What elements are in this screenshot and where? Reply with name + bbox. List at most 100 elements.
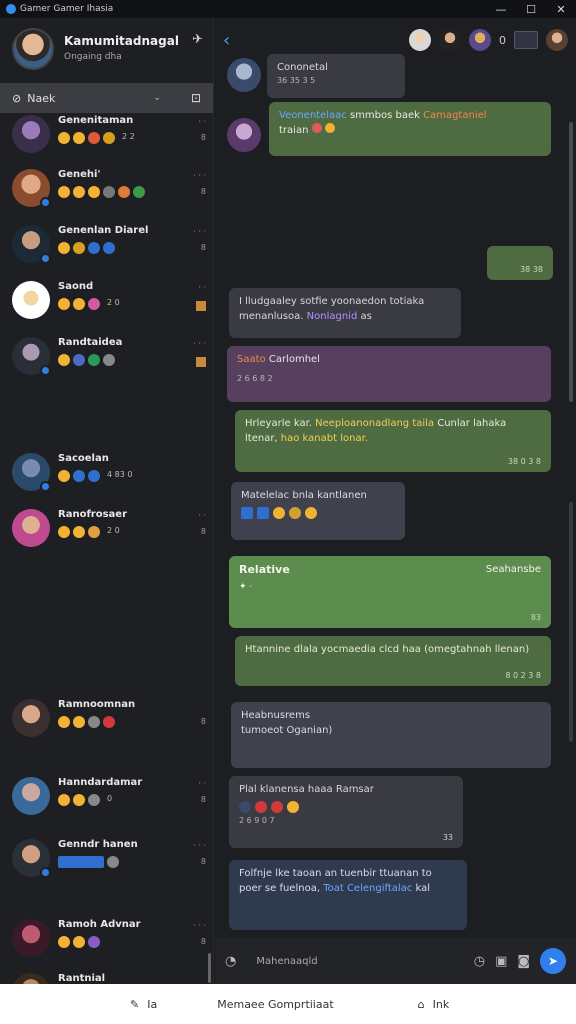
contact-emoji-row [58, 716, 115, 728]
contact-avatar [12, 919, 50, 957]
contact-item[interactable]: Ramnoomnan 8 [0, 697, 213, 743]
contact-time: · · [198, 511, 206, 520]
message-bubble[interactable]: I lludgaaley sotfie yoonaedon totiaka me… [229, 288, 461, 338]
contact-list-scrollbar[interactable] [208, 953, 211, 983]
message-bubble[interactable]: Folfnje lke taoan an tuenbir ttuanan to … [229, 860, 467, 930]
screen-share-icon[interactable] [514, 31, 538, 49]
message-text-highlight: Veonentelaac [279, 110, 347, 121]
conversation-list-panel: Kamumitadnagal Ongaing dha ✈ ⊘ Naek ⌄ ⊡ … [0, 18, 214, 984]
minimize-button[interactable]: — [486, 3, 516, 16]
contact-emoji-row: 2 0 [58, 526, 120, 538]
user-profile[interactable]: Kamumitadnagal Ongaing dha ✈ [0, 18, 213, 82]
title-bar: Gamer Gamer Ihasia — ☐ ✕ [0, 0, 576, 18]
contact-name: Ramnoomnan [58, 699, 136, 710]
message-text: tumoeot Oganian) [241, 725, 333, 736]
contact-emoji-row [58, 856, 119, 868]
contact-emoji-row: 2 2 [58, 132, 135, 144]
message-bubble[interactable]: Veonentelaac smmbos baek Camagtaniel tra… [269, 102, 551, 156]
message-bubble[interactable]: Heabnusrems tumoeot Oganian) [231, 702, 551, 768]
sender-avatar [227, 58, 261, 92]
contact-avatar [12, 281, 50, 319]
contact-item[interactable]: Genenlan Diarel · · · 8 [0, 223, 213, 269]
message-text-highlight: Toat Celengiftalac [323, 883, 413, 894]
back-icon[interactable]: ‹ [223, 30, 230, 51]
contact-item[interactable]: Genenitaman · · 2 2 8 [0, 113, 213, 159]
contact-name: Randtaidea [58, 337, 123, 348]
chevron-down-icon[interactable]: ⌄ [153, 93, 161, 103]
contact-extra: 4 83 0 [107, 470, 133, 479]
filter-icon[interactable]: ⊡ [191, 91, 201, 105]
contact-avatar [12, 699, 50, 737]
timer-icon[interactable]: ◷ [474, 954, 485, 969]
message-time: 2 6 9 0 7 [239, 816, 275, 825]
bottom-item-label: Ink [432, 997, 450, 1011]
contact-emoji-row: 4 83 0 [58, 470, 132, 482]
member-avatar[interactable] [546, 29, 568, 51]
online-indicator [40, 253, 51, 264]
contact-item[interactable]: Genndr hanen · · · 8 [0, 837, 213, 883]
message-text: Matelelac bnla kantlanen [241, 490, 367, 501]
contact-badge [196, 357, 206, 367]
image-icon[interactable]: ▣ [495, 954, 507, 969]
pin-icon[interactable]: ✈ [192, 32, 203, 47]
message-bubble[interactable]: Htannine dlala yocmaedia clcd haa (omegt… [235, 636, 551, 686]
bottom-item-2[interactable]: Memaee Gomprtiiaat [217, 998, 333, 1011]
contact-time: · · · [193, 339, 206, 348]
search-input[interactable]: Naek [27, 92, 55, 105]
member-avatar[interactable] [469, 29, 491, 51]
attach-icon[interactable]: ◔ [225, 954, 236, 969]
bottom-item-1[interactable]: ✎ Ia [130, 998, 157, 1011]
search-icon: ⊘ [12, 91, 22, 105]
contact-extra: 0 [107, 794, 113, 803]
message-bubble[interactable]: Matelelac bnla kantlanen [231, 482, 405, 540]
message-text: smmbos baek [346, 110, 424, 121]
contact-time: · · [198, 779, 206, 788]
contact-time: · · [198, 283, 206, 292]
message-text-highlight: Camagtaniel [423, 110, 487, 121]
contact-item[interactable]: Randtaidea · · · [0, 335, 213, 381]
message-bubble[interactable]: Cononetal 36 35 3 5 [267, 54, 405, 98]
chat-pane: ‹ 0 Cononetal 36 35 3 5 Veonentelaac smm… [215, 18, 576, 984]
message-bubble[interactable]: Hrleyarle kar. Neeploanonadlang taila Cu… [235, 410, 551, 472]
sender-avatar [227, 118, 261, 152]
contact-item[interactable]: Ranofrosaer · · 2 0 8 [0, 507, 213, 553]
contact-name: Genenitaman [58, 115, 134, 126]
sticker-icon[interactable]: ◙ [517, 954, 530, 969]
bottom-item-3[interactable]: ⌂ Ink [418, 998, 450, 1011]
contact-item[interactable]: Ramoh Advnar · · · 8 [0, 917, 213, 963]
send-button[interactable]: ➤ [540, 948, 566, 974]
contact-item[interactable]: Hanndardamar · · 0 8 [0, 775, 213, 821]
contact-meta: 8 [200, 187, 206, 196]
member-avatar[interactable] [439, 29, 461, 51]
contact-avatar [12, 509, 50, 547]
message-title: Saato [237, 354, 266, 365]
contact-name: Ranofrosaer [58, 509, 128, 520]
search-bar[interactable]: ⊘ Naek ⌄ ⊡ [0, 83, 213, 113]
message-bubble[interactable]: Plal klanensa haaa Ramsar 2 6 9 0 7 33 [229, 776, 463, 848]
contact-emoji-row: 0 [58, 794, 112, 806]
message-bubble[interactable]: Saato Carlomhel 2 6 6 8 2 [227, 346, 551, 402]
user-avatar[interactable] [12, 28, 54, 70]
message-bubble[interactable]: 38 38 [487, 246, 553, 280]
message-input[interactable]: Mahenaaqld [246, 956, 463, 967]
message-scrollbar[interactable] [569, 122, 573, 402]
contact-badge [196, 301, 206, 311]
contact-emoji-row: 2 0 [58, 298, 120, 310]
member-avatar[interactable] [409, 29, 431, 51]
contact-item[interactable]: Sacoelan 4 83 0 [0, 451, 213, 497]
contact-meta: 8 [200, 857, 206, 866]
contact-extra: 2 0 [107, 298, 120, 307]
maximize-button[interactable]: ☐ [516, 3, 546, 16]
app-window: Gamer Gamer Ihasia — ☐ ✕ Kamumitadnagal … [0, 0, 576, 1024]
contact-avatar [12, 777, 50, 815]
contact-item[interactable]: Genehi' · · · 8 [0, 167, 213, 213]
online-indicator [40, 365, 51, 376]
message-time: 36 35 3 5 [277, 76, 316, 85]
close-button[interactable]: ✕ [546, 3, 576, 16]
contact-item[interactable]: Rantnial [0, 971, 213, 984]
contact-item[interactable]: Saond · · 2 0 [0, 279, 213, 325]
message-text: kal [412, 883, 430, 894]
app-icon [6, 4, 16, 14]
message-bubble[interactable]: Relative Seahansbe ✦ · 83 [229, 556, 551, 628]
message-text-highlight: Nonlagnid [306, 311, 358, 322]
